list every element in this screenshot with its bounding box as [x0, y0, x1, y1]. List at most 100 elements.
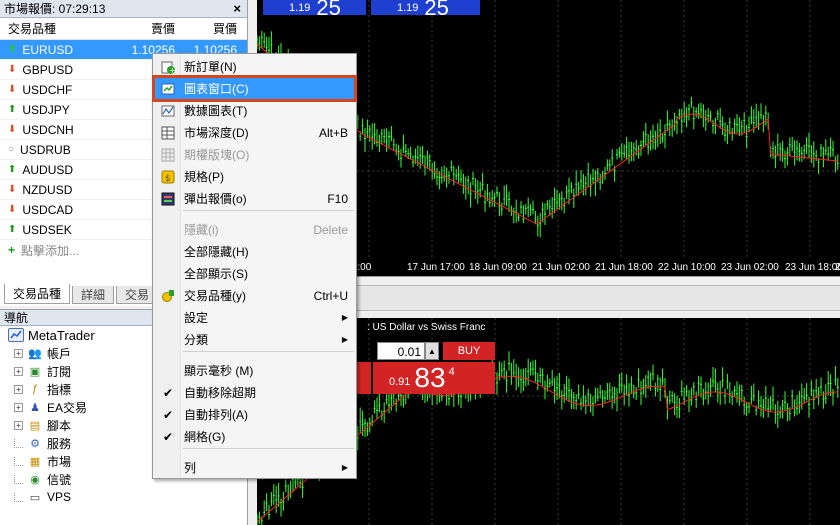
symbol-name: EURUSD [22, 42, 74, 57]
symbol-name: GBPUSD [22, 62, 74, 77]
menu-item-label: 設定 [184, 311, 209, 325]
vps-icon: ▭ [29, 491, 41, 504]
lot-size-input[interactable]: 0.01 [377, 342, 425, 360]
symbol-name: USDRUB [20, 142, 71, 157]
popup-prices-icon [161, 192, 175, 205]
menu-item[interactable]: 分類 ▶ [155, 329, 354, 350]
options-board-icon [161, 148, 175, 161]
navigator-item-label: EA交易 [47, 400, 88, 415]
menu-item[interactable]: $ 規格(P) [155, 166, 354, 187]
symbol-name: USDCAD [22, 202, 74, 217]
tab-details[interactable]: 詳細 [72, 286, 115, 304]
menu-icon-slot [155, 82, 181, 96]
arrow-down-icon: ⬇ [8, 123, 17, 135]
menu-item-label: 市場深度(D) [184, 126, 249, 140]
market-watch-title-bar: 市場報價: 07:29:13 × [0, 0, 247, 18]
menu-item[interactable]: ✔ 自動排列(A) [155, 404, 354, 425]
buy-button[interactable]: BUY [443, 342, 495, 360]
navigator-item-label: 腳本 [47, 418, 72, 433]
navigator-item-label: 指標 [47, 382, 72, 397]
one-click-sell-box[interactable] [357, 362, 371, 394]
menu-item[interactable]: 期權版塊(O) [155, 144, 354, 165]
menu-item[interactable]: + 新訂單(N) [155, 56, 354, 77]
menu-item[interactable]: 隱藏(i) Delete [155, 219, 354, 240]
close-icon[interactable]: × [231, 2, 243, 15]
menu-item-label: 期權版塊(O) [184, 148, 250, 162]
lot-spinner[interactable]: ▲ [425, 342, 439, 360]
expand-icon[interactable]: + [14, 348, 23, 358]
menu-item[interactable]: 列 ▶ [155, 457, 354, 478]
chart-window-icon [161, 83, 175, 94]
checkmark-icon: ✔ [162, 385, 174, 400]
menu-item[interactable]: ✔ 自動移除超期 [155, 382, 354, 403]
context-menu: + 新訂單(N) 圖表窗口(C) 數據圖表(T) 市場深度(D) Alt+B 期權版塊(O)… [152, 53, 357, 479]
one-click-buy-box[interactable]: 0.91 83 4 [373, 362, 495, 394]
menu-item[interactable]: 全部顯示(S) [155, 263, 354, 284]
expand-icon[interactable]: + [14, 384, 23, 394]
subscriptions-icon: ▣ [29, 365, 41, 378]
expand-icon[interactable]: + [14, 420, 23, 430]
column-header-ask[interactable]: 買價 [179, 20, 243, 37]
buy-price-large: 83 [414, 362, 446, 393]
market-watch-title: 市場報價: 07:29:13 [4, 2, 106, 16]
symbol-cell: ⬆ EURUSD [0, 43, 124, 57]
scripts-icon: ▤ [29, 419, 41, 432]
expand-icon[interactable]: + [14, 402, 23, 412]
navigator-item-label: 帳戶 [47, 346, 72, 361]
menu-icon-slot: ✔ [155, 430, 181, 444]
menu-icon-slot [155, 289, 181, 303]
menu-item-label: 分類 [184, 333, 209, 347]
menu-item[interactable]: 交易品種(y) Ctrl+U [155, 285, 354, 306]
sell-price-big: 25 [316, 0, 341, 20]
tab-symbols[interactable]: 交易品種 [4, 284, 71, 304]
time-axis-label: 17 Jun 17:00 [407, 262, 465, 273]
menu-item[interactable]: 數據圖表(T) [155, 100, 354, 121]
menu-separator [183, 448, 354, 449]
arrow-up-icon: ⬆ [8, 163, 17, 175]
one-click-sell-price[interactable]: 1.19 25 [263, 0, 366, 20]
menu-item[interactable]: 圖表窗口(C) [152, 75, 357, 102]
market-watch-tabs: 交易品種 詳細 交易 [0, 284, 160, 304]
buy-price-small: 0.91 [389, 376, 411, 388]
menu-item[interactable]: 全部隱藏(H) [155, 241, 354, 262]
one-click-buy-price[interactable]: 1.19 25 [371, 0, 480, 19]
symbol-cell: ⬆ USDJPY [0, 103, 124, 117]
symbol-name: USDCNH [22, 122, 74, 137]
menu-item[interactable]: 顯示毫秒 (M) [155, 360, 354, 381]
menu-item[interactable]: 彈出報價(o) F10 [155, 188, 354, 209]
menu-icon-slot [155, 192, 181, 206]
arrow-up-icon: ⬆ [8, 223, 17, 235]
column-header-bid[interactable]: 賣價 [124, 20, 179, 37]
buy-price-fraction: 4 [448, 366, 455, 378]
menu-item-label: 新訂單(N) [184, 60, 237, 74]
menu-item-label: 全部隱藏(H) [184, 245, 249, 259]
menu-shortcut: Delete [313, 222, 348, 237]
circle-icon: ○ [8, 143, 15, 155]
checkmark-icon: ✔ [162, 429, 174, 444]
menu-item[interactable]: ✔ 網格(G) [155, 426, 354, 447]
menu-item-label: 自動排列(A) [184, 408, 248, 422]
menu-item-label: 網格(G) [184, 430, 226, 444]
accounts-icon: 👥 [28, 347, 42, 360]
arrow-up-icon: ⬆ [8, 103, 17, 115]
checkmark-icon: ✔ [162, 407, 174, 422]
symbol-cell: ⬇ NZDUSD [0, 183, 124, 197]
signals-icon: ◉ [30, 473, 40, 486]
menu-item[interactable]: 設定 ▶ [155, 307, 354, 328]
symbol-cell: ⬆ AUDUSD [0, 163, 124, 177]
menu-item-label: 數據圖表(T) [184, 104, 248, 118]
symbol-cell: ⬆ USDSEK [0, 223, 124, 237]
chevron-up-icon: ▲ [428, 347, 436, 356]
navigator-item[interactable]: ▭ VPS [0, 488, 247, 506]
navigator-item-label: 訂閱 [47, 364, 72, 379]
column-header-symbol[interactable]: 交易品種 [0, 20, 124, 37]
menu-item-label: 隱藏(i) [184, 223, 219, 237]
symbol-cell: ○ USDRUB [0, 143, 124, 157]
expand-icon[interactable]: + [14, 366, 23, 376]
tree-connector [14, 438, 23, 448]
menu-item-label: 顯示毫秒 (M) [184, 364, 254, 378]
svg-text:+: + [169, 66, 175, 74]
time-axis-label: 21 Jun 02:00 [532, 262, 590, 273]
menu-icon-slot: ✔ [155, 408, 181, 422]
menu-item[interactable]: 市場深度(D) Alt+B [155, 122, 354, 143]
